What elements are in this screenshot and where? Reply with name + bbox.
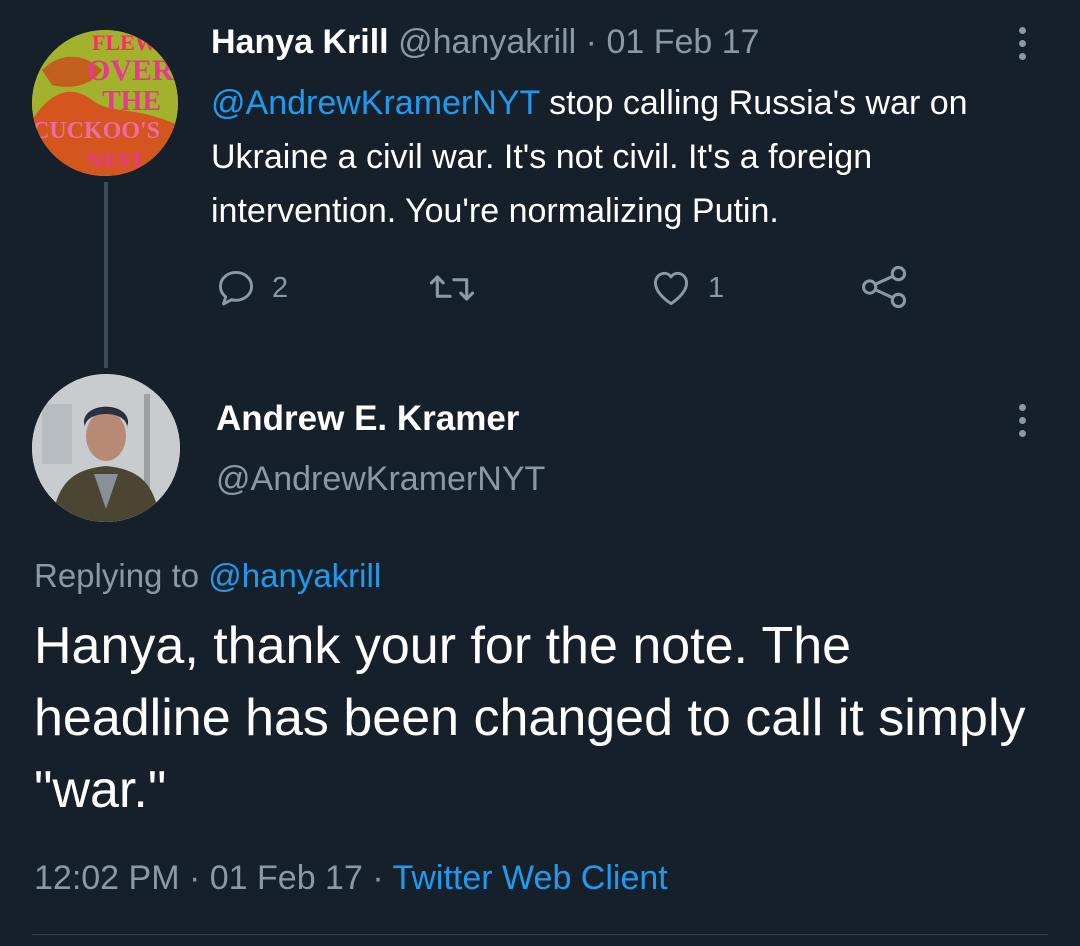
replying-to-line: Replying to @hanyakrill (34, 552, 381, 600)
tweet2-text: Hanya, thank your for the note. The head… (34, 617, 1026, 819)
profile-photo-image (32, 374, 180, 522)
tweet1-header: Hanya Krill @hanyakrill · 01 Feb 17 (211, 20, 760, 64)
like-icon (653, 271, 689, 306)
tweet2-date[interactable]: 01 Feb 17 (210, 859, 363, 897)
tweet1-text: @AndrewKramerNYT stop calling Russia's w… (211, 76, 1061, 238)
avatar-word-4: NEST (87, 148, 145, 173)
tweet1-mention[interactable]: @AndrewKramerNYT (211, 84, 540, 122)
tweet2-source-link[interactable]: Twitter Web Client (392, 859, 667, 897)
hanya-avatar[interactable]: FLEW OVER THE CUCKOO'S NEST (32, 30, 178, 176)
tweet2-meta: 12:02 PM · 01 Feb 17 · Twitter Web Clien… (34, 852, 668, 904)
tweet2-time[interactable]: 12:02 PM (34, 859, 180, 897)
avatar-word-1: OVER (87, 54, 174, 87)
tweet2-handle[interactable]: @AndrewKramerNYT (216, 456, 545, 502)
share-button[interactable] (860, 264, 910, 310)
tweet1-date[interactable]: 01 Feb 17 (606, 23, 759, 61)
like-button[interactable]: 1 (648, 266, 724, 310)
more-vert-icon[interactable] (1014, 404, 1030, 437)
tweet1-separator: · (585, 23, 597, 61)
avatar-word-3: CUCKOO'S (32, 118, 160, 144)
replying-to-handle[interactable]: @hanyakrill (208, 557, 381, 594)
more-vert-icon[interactable] (1014, 27, 1030, 60)
avatar-word-0: FLEW (92, 30, 157, 55)
divider (32, 934, 1048, 935)
tweet1-handle[interactable]: @hanyakrill (398, 23, 576, 61)
share-icon (861, 265, 907, 309)
thread-connector-line (104, 182, 108, 368)
tweet1-display-name[interactable]: Hanya Krill (211, 23, 389, 61)
reply-count: 2 (272, 271, 289, 304)
avatar-word-2: THE (102, 86, 161, 117)
like-count: 1 (708, 271, 725, 304)
tweet2-separator-1: · (179, 859, 210, 897)
andrew-avatar[interactable] (32, 374, 180, 522)
reply-icon (218, 270, 254, 306)
retweet-icon (429, 275, 475, 301)
book-cover-avatar-image: FLEW OVER THE CUCKOO'S NEST (32, 30, 178, 176)
replying-prefix: Replying to (34, 557, 209, 594)
reply-button[interactable]: 2 (214, 266, 288, 310)
tweet2-separator-2: · (362, 859, 393, 897)
retweet-button[interactable] (428, 266, 490, 310)
tweet2-display-name[interactable]: Andrew E. Kramer (216, 396, 519, 442)
